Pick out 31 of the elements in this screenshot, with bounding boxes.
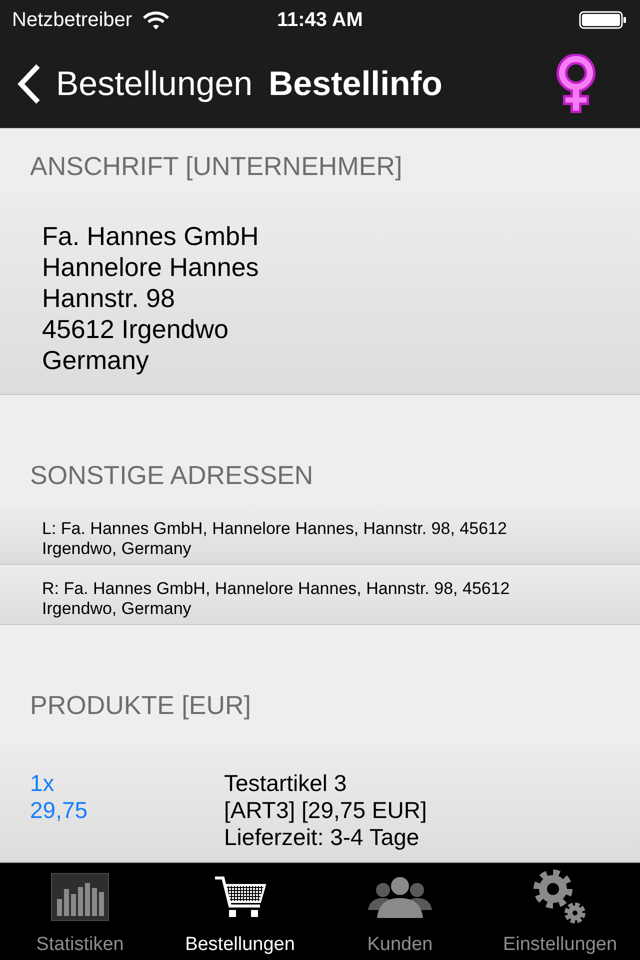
- price-text: 29,75: [30, 797, 88, 824]
- tab-item[interactable]: Einstellungen: [480, 863, 640, 960]
- wifi-icon: [142, 10, 170, 30]
- section-header: PRODUKTE [EUR]: [30, 690, 252, 720]
- female-symbol-icon: [554, 54, 598, 114]
- clock-time: 11:43 AM: [277, 8, 363, 32]
- shopping-cart-icon: [214, 876, 266, 918]
- address-line: 45612 Irgendwo: [42, 314, 228, 345]
- battery-icon: [578, 11, 627, 29]
- chevron-left-icon: [16, 64, 42, 104]
- product-detail-text: [ART3] [29,75 EUR]: [224, 797, 427, 824]
- product-detail-text: Lieferzeit: 3-4 Tage: [224, 824, 420, 851]
- section-header: ANSCHRIFT [UNTERNEHMER]: [30, 151, 404, 181]
- screen-title: Bestellinfo: [268, 64, 442, 104]
- quantity-text: 1x: [30, 770, 54, 797]
- section-header: SONSTIGE ADRESSEN: [30, 460, 314, 490]
- carrier-name: Netzbetreiber: [12, 8, 132, 32]
- product-detail-text: Testartikel 3: [224, 770, 347, 797]
- address-line: Hannstr. 98: [42, 283, 175, 314]
- gears-icon: [533, 869, 587, 925]
- address-text: R: Fa. Hannes GmbH, Hannelore Hannes, Hannstr. 98, 45612 Irgendwo, Germany: [42, 579, 511, 619]
- people-icon: [368, 876, 432, 918]
- bar-chart-icon: [51, 873, 109, 921]
- address-line: Germany: [42, 345, 149, 376]
- address-line: Hannelore Hannes: [42, 252, 259, 283]
- tab-item[interactable]: Bestellungen: [160, 863, 320, 960]
- address-line: Fa. Hannes GmbH: [42, 221, 259, 252]
- tab-item[interactable]: Statistiken: [0, 863, 160, 960]
- tab-item[interactable]: Kunden: [320, 863, 480, 960]
- address-text: L: Fa. Hannes GmbH, Hannelore Hannes, Hannstr. 98, 45612 Irgendwo, Germany: [42, 519, 508, 559]
- back-button[interactable]: Bestellungen: [16, 62, 253, 106]
